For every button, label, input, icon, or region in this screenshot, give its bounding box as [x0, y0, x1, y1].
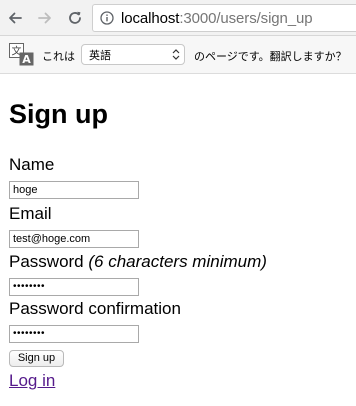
password-label: Password (6 characters minimum)	[9, 252, 267, 272]
translate-bar: 文 A これは 英語 のページです。翻訳しますか？	[0, 36, 356, 74]
language-select[interactable]: 英語	[81, 44, 185, 65]
password-field[interactable]: ••••••••	[9, 278, 139, 296]
page-title: Sign up	[9, 99, 108, 129]
email-label: Email	[9, 204, 52, 223]
language-select-value: 英語	[89, 49, 111, 62]
url-text: localhost:3000/users/sign_up	[121, 10, 313, 27]
address-bar[interactable]: localhost:3000/users/sign_up	[92, 4, 356, 32]
select-arrows-icon	[172, 48, 180, 61]
translate-icon: 文 A	[9, 43, 35, 67]
forward-arrow-icon[interactable]	[35, 8, 55, 28]
translate-suffix-text: のページです。翻訳しますか？	[194, 51, 347, 63]
svg-text:A: A	[22, 53, 31, 66]
email-field[interactable]: test@hoge.com	[9, 230, 139, 248]
name-field[interactable]: hoge	[9, 181, 139, 199]
log-in-link[interactable]: Log in	[9, 371, 55, 391]
password-label-text: Password	[9, 252, 84, 271]
back-arrow-icon[interactable]	[5, 8, 25, 28]
url-path: :3000/users/sign_up	[179, 9, 313, 27]
name-label: Name	[9, 155, 55, 174]
password-hint: (6 characters minimum)	[88, 252, 267, 271]
url-host: localhost	[121, 9, 180, 27]
reload-icon[interactable]	[65, 8, 85, 28]
password-confirmation-label: Password confirmation	[9, 299, 181, 318]
info-icon[interactable]	[99, 10, 115, 26]
translate-prefix-text: これは	[42, 51, 75, 63]
browser-toolbar: localhost:3000/users/sign_up	[0, 0, 356, 36]
password-confirmation-field[interactable]: ••••••••	[9, 325, 139, 343]
sign-up-button[interactable]: Sign up	[9, 350, 64, 367]
